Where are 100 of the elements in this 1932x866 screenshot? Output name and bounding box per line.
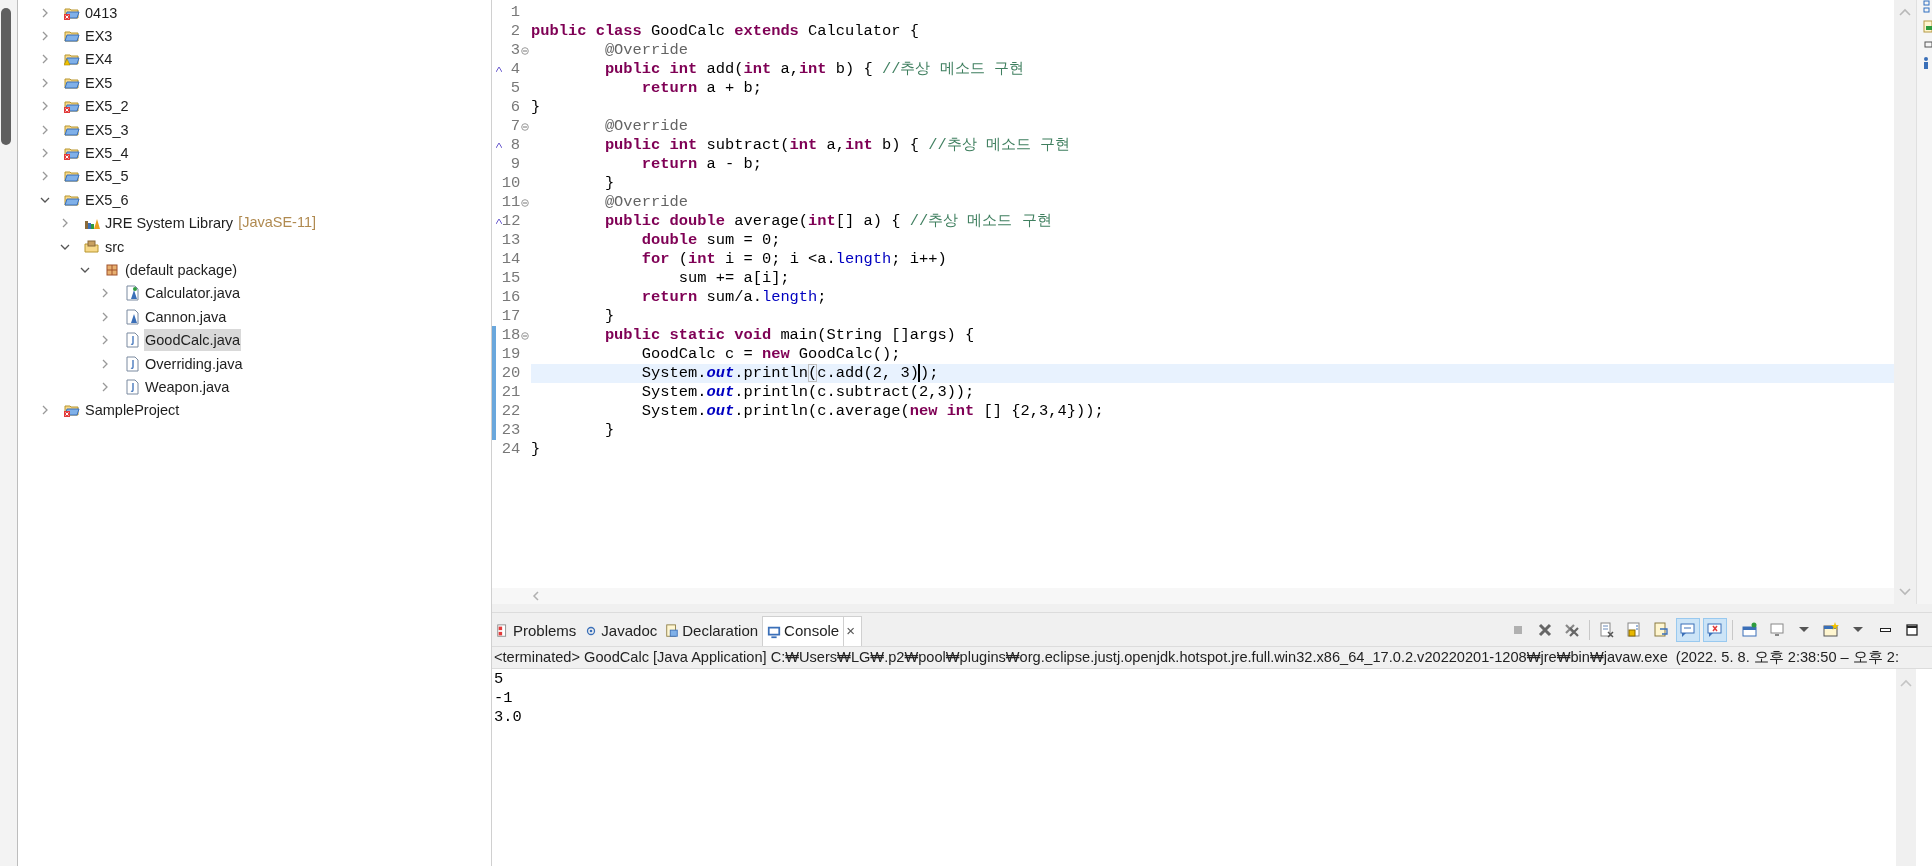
tree-item[interactable]: GoodCalc.java xyxy=(144,329,242,352)
double-close-icon xyxy=(1564,621,1580,638)
folder-error-icon xyxy=(64,145,80,162)
java-file-icon xyxy=(124,355,140,372)
console-icon xyxy=(767,624,782,639)
collapse-icon[interactable] xyxy=(521,331,530,340)
java-file-icon xyxy=(124,285,140,302)
console-tab[interactable]: Javadoc xyxy=(580,616,662,646)
line-number: 6 xyxy=(509,98,520,117)
chevron-right-icon[interactable] xyxy=(40,171,50,182)
code-line: System.out.println(c.subtract(2,3)); xyxy=(640,383,976,402)
code-line: GoodCalc c = new GoodCalc(); xyxy=(640,345,902,364)
document-icon[interactable] xyxy=(1923,20,1932,34)
chevron-right-icon[interactable] xyxy=(100,288,110,299)
outline-icon[interactable] xyxy=(1923,0,1932,14)
chevron-right-icon[interactable] xyxy=(40,54,50,65)
collapse-icon[interactable] xyxy=(521,198,530,207)
tree-item-decoration: [JavaSE-11] xyxy=(238,213,317,233)
chevron-right-icon[interactable] xyxy=(40,7,50,18)
console-output-line: 3.0 xyxy=(494,708,522,727)
code-line: double sum = 0; xyxy=(640,231,782,250)
code-line: @Override xyxy=(603,41,689,60)
lock-document-icon xyxy=(1626,621,1642,638)
line-number: 12 xyxy=(501,212,521,231)
chevron-right-icon[interactable] xyxy=(100,358,110,369)
tree-item[interactable]: (default package) xyxy=(124,259,239,281)
tree-item[interactable]: EX5_5 xyxy=(84,165,130,188)
chevron-right-icon[interactable] xyxy=(100,335,110,346)
source-folder-icon xyxy=(84,238,100,255)
code-line: return a - b; xyxy=(640,155,763,174)
clear-document-icon xyxy=(1599,621,1615,638)
chevron-right-icon[interactable] xyxy=(60,218,70,229)
tree-item[interactable]: Calculator.java xyxy=(144,282,242,305)
line-number: 16 xyxy=(501,288,521,307)
folder-warning-icon xyxy=(64,51,80,68)
tree-item[interactable]: 0413 xyxy=(84,1,119,24)
maximize-icon xyxy=(1904,621,1920,638)
code-line: public int subtract(int a,int b) { //추상 메소드 구현 xyxy=(603,136,1072,155)
line-number: 9 xyxy=(509,155,520,174)
folder-icon xyxy=(64,28,80,45)
tree-item[interactable]: EX3 xyxy=(84,25,114,48)
tree-item[interactable]: Cannon.java xyxy=(144,305,228,328)
tree-item[interactable]: EX5_2 xyxy=(84,95,130,118)
restore-icon[interactable] xyxy=(1923,40,1932,50)
tree-item[interactable]: SampleProject xyxy=(84,399,181,422)
line-number: 20 xyxy=(501,364,521,383)
line-number: 10 xyxy=(501,174,521,193)
process-label: <terminated> GoodCalc [Java Application] C:₩Users₩LG₩.p2₩pool₩plugins₩org.eclipse.justj.openjdk.hotspot.jre.full.win32.x86_64_17.0.2.v20220201-1208₩jre₩bin₩javaw.exe (2022. 5. 8. 오후 2:38:50 – 오후 2: xyxy=(493,647,1899,667)
scrollbar-thumb[interactable] xyxy=(1,8,11,145)
declaration-icon xyxy=(665,624,680,638)
collapse-icon[interactable] xyxy=(521,46,529,55)
code-line: @Override xyxy=(603,193,689,212)
chevron-right-icon[interactable] xyxy=(40,124,50,135)
console-tab[interactable]: Problems xyxy=(492,616,581,646)
code-line: public class GoodCalc extends Calculator { xyxy=(531,22,920,41)
line-number: 1 xyxy=(509,3,520,22)
line-number: 4 xyxy=(509,60,520,79)
line-number: 23 xyxy=(501,421,521,440)
chevron-right-icon[interactable] xyxy=(100,311,110,322)
console-tab[interactable]: Console xyxy=(762,616,845,646)
scroll-up-icon[interactable] xyxy=(1899,8,1911,16)
code-line: } xyxy=(531,440,542,459)
chevron-right-icon[interactable] xyxy=(40,77,50,88)
console-output-button[interactable] xyxy=(1676,617,1700,642)
code-line: sum += a[i]; xyxy=(677,269,791,288)
tree-item[interactable]: JRE System Library xyxy=(104,212,235,235)
close-tab-button[interactable]: × xyxy=(844,616,862,646)
tree-item[interactable]: EX5_6 xyxy=(84,188,130,211)
code-line: return sum/a.length; xyxy=(640,288,828,307)
scroll-up-icon[interactable] xyxy=(1900,679,1912,687)
chevron-right-icon[interactable] xyxy=(40,405,50,416)
monitor-icon xyxy=(1769,621,1785,638)
chevron-right-icon[interactable] xyxy=(100,381,110,392)
dropdown-icon xyxy=(1799,627,1809,632)
console-tab[interactable]: Declaration xyxy=(661,616,763,646)
console-output-icon xyxy=(1680,621,1696,638)
java-file-icon xyxy=(124,332,140,349)
tree-item[interactable]: Weapon.java xyxy=(144,375,231,398)
tree-item[interactable]: EX4 xyxy=(84,48,114,71)
tree-item[interactable]: src xyxy=(104,235,126,258)
tree-item[interactable]: EX5_3 xyxy=(84,118,130,141)
line-number: 11 xyxy=(501,193,521,212)
code-line: for (int i = 0; i <a.length; i++) xyxy=(640,250,948,269)
chevron-right-icon[interactable] xyxy=(40,31,50,42)
scroll-down-icon[interactable] xyxy=(1899,588,1911,596)
chevron-right-icon[interactable] xyxy=(40,148,50,159)
code-line: } xyxy=(531,98,542,117)
scroll-left-icon[interactable] xyxy=(532,591,540,601)
tree-item[interactable]: Overriding.java xyxy=(144,352,244,375)
line-number: 24 xyxy=(501,440,521,459)
tree-item[interactable]: EX5_4 xyxy=(84,142,130,165)
code-line: } xyxy=(603,421,616,440)
code-line: public static void main(String []args) { xyxy=(603,326,976,345)
chevron-down-icon[interactable] xyxy=(80,265,90,275)
collapse-icon[interactable] xyxy=(521,122,529,131)
chevron-right-icon[interactable] xyxy=(40,101,50,112)
line-number: 7 xyxy=(509,117,520,136)
console-error-button[interactable] xyxy=(1703,617,1727,642)
console-output-line: 5 xyxy=(494,670,504,689)
tree-item[interactable]: EX5 xyxy=(84,71,114,94)
